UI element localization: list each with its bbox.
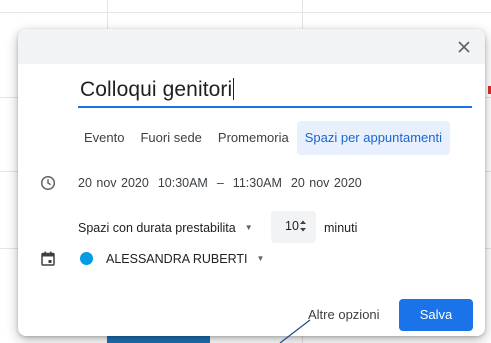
save-button[interactable]: Salva: [399, 299, 473, 331]
text-cursor: [233, 78, 235, 100]
event-title-field[interactable]: Colloqui genitori: [78, 74, 472, 108]
tab-evento[interactable]: Evento: [76, 121, 132, 155]
start-time[interactable]: 10:30AM: [158, 176, 208, 190]
tab-fuori-sede[interactable]: Fuori sede: [132, 121, 209, 155]
dialog-titlebar: [18, 29, 485, 64]
event-title-input[interactable]: Colloqui genitori: [80, 78, 235, 102]
more-options-button[interactable]: Altre opzioni: [300, 299, 388, 331]
close-icon: [458, 41, 470, 53]
clock-icon: [39, 174, 57, 192]
duration-stepper[interactable]: 10: [271, 211, 316, 243]
tab-promemoria[interactable]: Promemoria: [210, 121, 297, 155]
event-dialog: Colloqui genitori Evento Fuori sede Prom…: [18, 29, 485, 336]
close-button[interactable]: [453, 36, 475, 58]
calendar-color-dot: [80, 252, 93, 265]
slot-type-select[interactable]: Spazi con durata prestabilita ▼: [78, 221, 253, 235]
stepper-arrows-icon[interactable]: [299, 218, 307, 234]
tab-spazi-per-appuntamenti[interactable]: Spazi per appuntamenti: [296, 121, 451, 155]
start-date[interactable]: 20 nov 2020: [78, 176, 149, 190]
grid-line: [0, 12, 491, 13]
end-date[interactable]: 20 nov 2020: [291, 176, 362, 190]
calendar-owner-select[interactable]: ALESSANDRA RUBERTI ▼: [106, 252, 264, 266]
datetime-text: 20 nov 2020 10:30AM –11:30AM 20 nov 2020: [78, 176, 371, 190]
time-separator: –: [216, 176, 224, 190]
event-title-value: Colloqui genitori: [80, 78, 233, 101]
calendar-owner-name: ALESSANDRA RUBERTI: [106, 252, 248, 266]
duration-value: 10: [285, 219, 299, 233]
slot-type-label: Spazi con durata prestabilita: [78, 221, 236, 235]
event-type-tabs: Evento Fuori sede Promemoria Spazi per a…: [76, 121, 451, 155]
chevron-down-icon: ▼: [244, 223, 253, 232]
end-time[interactable]: 11:30AM: [233, 176, 282, 190]
chevron-down-icon: ▼: [256, 254, 265, 263]
duration-unit: minuti: [324, 221, 358, 235]
calendar-icon: [39, 249, 57, 267]
